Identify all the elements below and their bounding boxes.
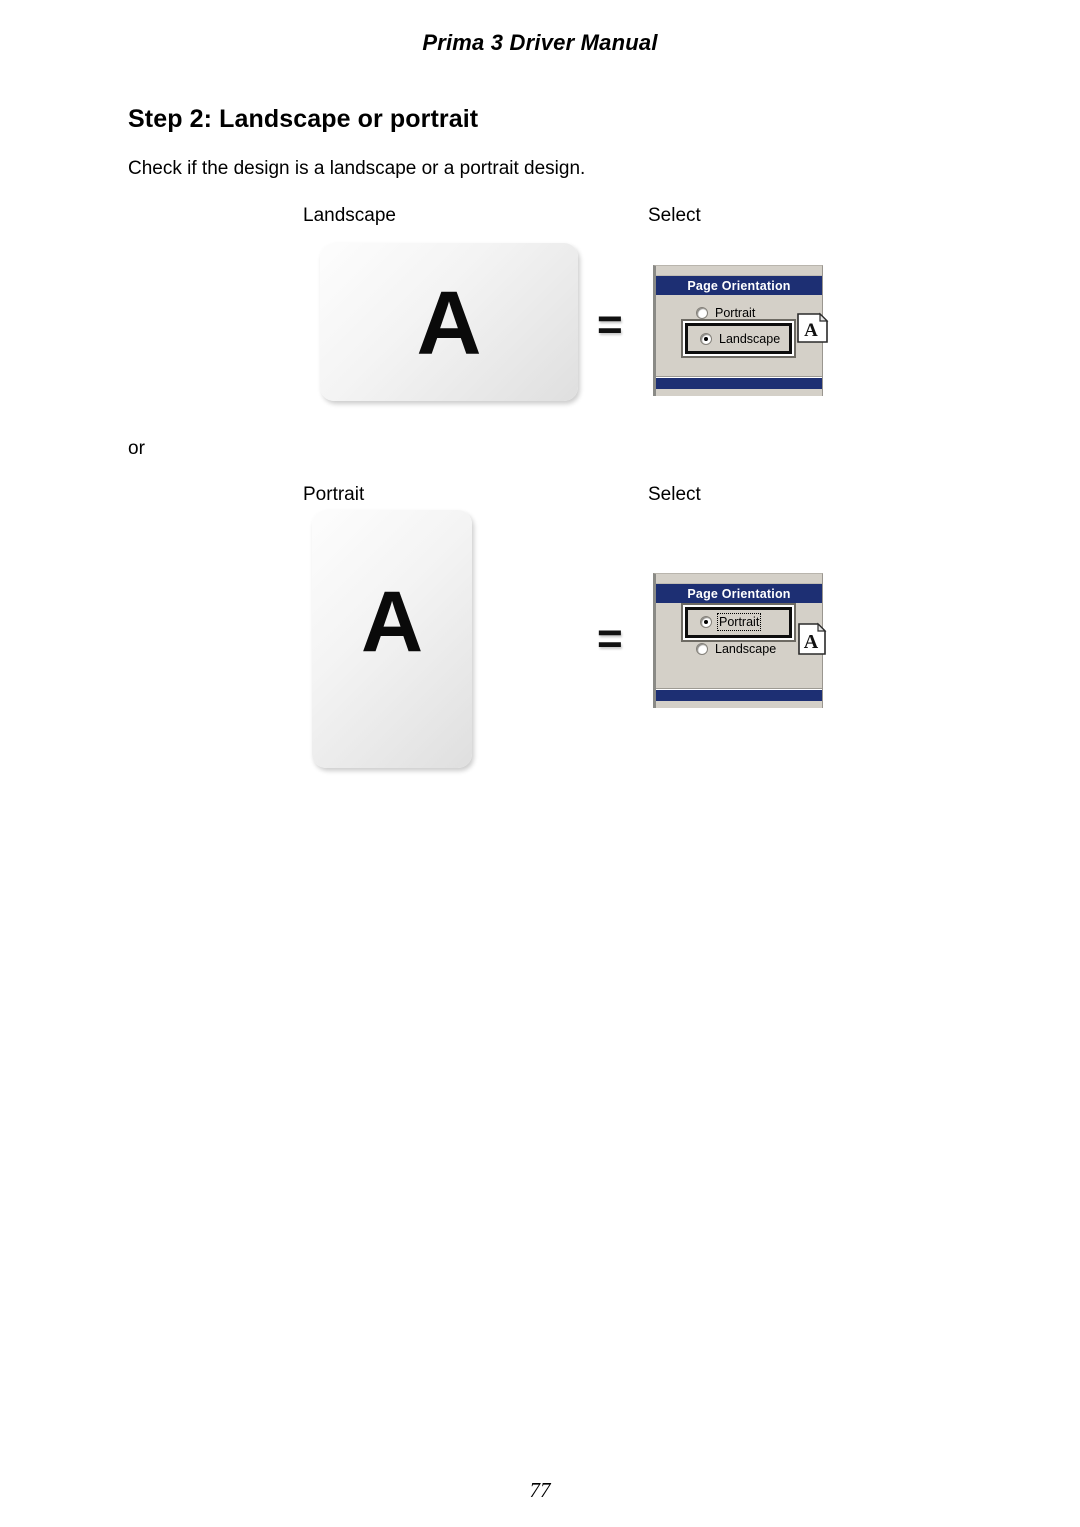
landscape-select-label: Select [648,205,701,226]
page-number: 77 [529,1478,551,1502]
equals-sign-landscape: = [597,300,623,349]
page-orientation-dialog-landscape: Page Orientation Portrait Landscape A [653,265,829,396]
radio-landscape-portrait-dialog[interactable]: Landscape [696,642,776,656]
landscape-row-label: Landscape [303,205,396,226]
svg-text:A: A [804,320,818,341]
radio-circle-icon[interactable] [696,307,708,319]
callout-highlight-portrait [685,607,792,638]
radio-landscape-label: Landscape [715,642,777,656]
dialog-titlebar: Page Orientation [656,584,822,603]
dialog-titlebar: Page Orientation [656,276,822,295]
svg-text:A: A [804,631,819,653]
dialog-footer-bar [656,378,822,389]
dialog-title-text: Page Orientation [687,278,791,293]
dialog-title-text: Page Orientation [687,586,791,601]
dialog-body: Portrait Landscape A [656,295,829,376]
intro-paragraph: Check if the design is a landscape or a … [128,158,586,179]
dialog-top-strip [656,574,822,584]
page-landscape-icon: A [796,311,829,349]
radio-circle-icon[interactable] [696,643,708,655]
document-header-title: Prima 3 Driver Manual [422,30,658,55]
page-title: Step 2: Landscape or portrait [128,105,479,133]
radio-portrait-label: Portrait [715,306,756,320]
callout-highlight-landscape [685,323,792,354]
portrait-select-label: Select [648,484,701,505]
or-connector-text: or [128,438,145,459]
equals-sign-portrait: = [597,614,623,663]
landscape-card-glyph: A [416,274,482,374]
radio-portrait-landscape-dialog[interactable]: Portrait [696,306,755,320]
portrait-row-label: Portrait [303,484,365,505]
dialog-footer-bar [656,690,822,701]
page-orientation-dialog-portrait: Page Orientation Portrait Landscape A [653,573,827,708]
portrait-card-glyph: A [360,574,424,670]
dialog-top-strip [656,266,822,276]
dialog-body: Portrait Landscape A [656,603,827,688]
landscape-design-card: A [320,243,578,401]
portrait-design-card: A [312,510,472,768]
page-portrait-icon: A [797,621,827,662]
